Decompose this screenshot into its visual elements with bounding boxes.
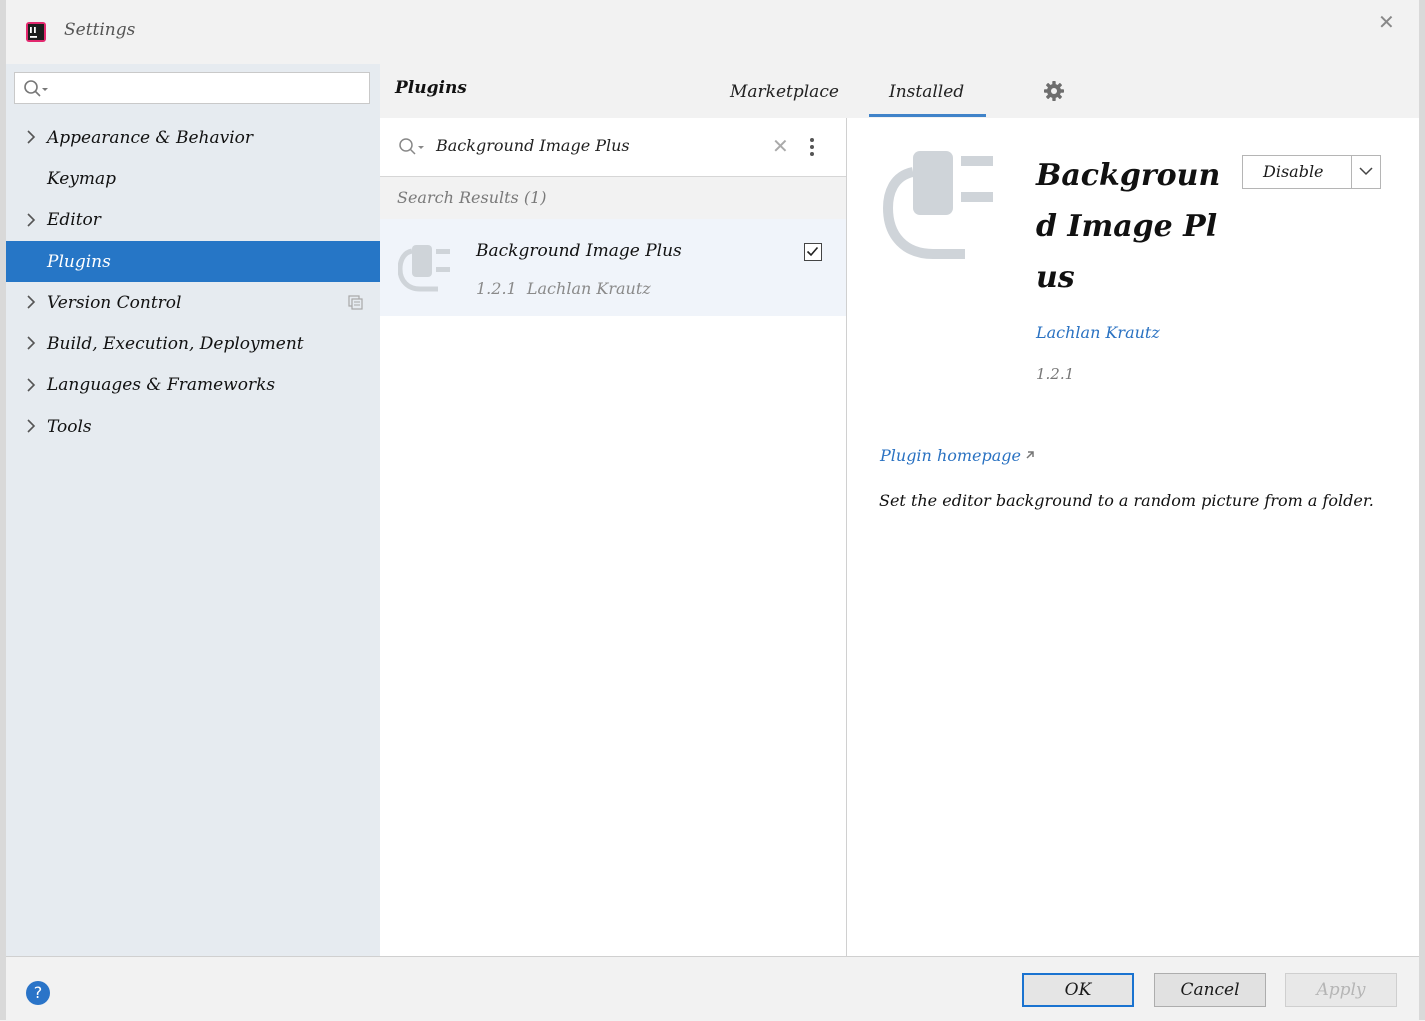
external-link-icon bbox=[1026, 451, 1034, 459]
sidebar-item-label: Build, Execution, Deployment bbox=[47, 334, 304, 355]
sidebar-item-label: Languages & Frameworks bbox=[47, 375, 276, 396]
search-results-header: Search Results (1) bbox=[380, 177, 846, 219]
chevron-right-icon[interactable] bbox=[26, 336, 36, 351]
plugin-detail-title: Background Image Plus bbox=[1036, 158, 1221, 295]
settings-sidebar: Appearance & Behavior Keymap Editor Plug… bbox=[6, 64, 380, 956]
apply-button[interactable]: Apply bbox=[1285, 973, 1397, 1007]
plugin-meta: 1.2.1 Lachlan Krautz bbox=[476, 279, 651, 298]
search-icon bbox=[24, 80, 48, 97]
plugin-search-value[interactable]: Background Image Plus bbox=[436, 136, 630, 155]
close-icon[interactable]: ✕ bbox=[1378, 10, 1395, 34]
window-edge-right bbox=[1419, 0, 1425, 1020]
chevron-right-icon[interactable] bbox=[26, 419, 36, 433]
ok-button[interactable]: OK bbox=[1022, 973, 1134, 1007]
sidebar-item-version-control[interactable]: Version Control bbox=[6, 282, 380, 323]
title-bar: Settings ✕ bbox=[6, 0, 1419, 64]
disable-button-label: Disable bbox=[1263, 162, 1324, 181]
sidebar-item-label: Appearance & Behavior bbox=[47, 127, 254, 148]
sidebar-item-label: Tools bbox=[47, 416, 92, 437]
page-title: Plugins bbox=[395, 78, 467, 98]
project-level-icon bbox=[348, 295, 363, 310]
plugin-homepage-link[interactable]: Plugin homepage bbox=[880, 446, 1036, 465]
plugin-homepage-label: Plugin homepage bbox=[880, 446, 1022, 465]
settings-search-input[interactable] bbox=[14, 72, 370, 104]
help-icon[interactable]: ? bbox=[26, 981, 50, 1005]
sidebar-item-editor[interactable]: Editor bbox=[6, 200, 380, 241]
window-title: Settings bbox=[64, 20, 136, 40]
tab-installed[interactable]: Installed bbox=[868, 82, 987, 117]
cancel-button[interactable]: Cancel bbox=[1154, 973, 1266, 1007]
dialog-footer: ? OK Cancel Apply bbox=[6, 956, 1419, 1021]
sidebar-item-tools[interactable]: Tools bbox=[6, 406, 380, 447]
intellij-app-icon bbox=[26, 22, 46, 42]
chevron-right-icon[interactable] bbox=[26, 295, 36, 309]
plugin-author-link[interactable]: Lachlan Krautz bbox=[1036, 323, 1160, 342]
sidebar-item-label: Version Control bbox=[47, 292, 182, 313]
disable-button[interactable]: Disable bbox=[1242, 155, 1381, 189]
chevron-right-icon[interactable] bbox=[26, 213, 36, 227]
plugin-description: Set the editor background to a random pi… bbox=[879, 491, 1374, 510]
sidebar-item-build[interactable]: Build, Execution, Deployment bbox=[6, 323, 380, 364]
sidebar-item-keymap[interactable]: Keymap bbox=[6, 158, 380, 199]
plugin-search-field[interactable]: Background Image Plus ✕ bbox=[380, 118, 846, 177]
plugins-header: Plugins Marketplace Installed bbox=[380, 64, 1419, 119]
button-divider bbox=[1351, 156, 1352, 188]
chevron-right-icon[interactable] bbox=[26, 130, 36, 144]
more-options-icon[interactable] bbox=[808, 136, 816, 158]
plugin-version: 1.2.1 bbox=[476, 279, 517, 298]
plugin-name: Background Image Plus bbox=[476, 241, 682, 261]
search-results-label: Search Results (1) bbox=[397, 188, 547, 207]
plugin-plug-icon bbox=[398, 245, 450, 292]
settings-dialog: Settings ✕ Appearance & Behavior Keymap … bbox=[6, 0, 1419, 1021]
sidebar-item-plugins[interactable]: Plugins bbox=[6, 240, 380, 283]
plugin-detail-panel: Background Image Plus Disable Lachlan Kr… bbox=[847, 118, 1419, 956]
chevron-right-icon[interactable] bbox=[26, 378, 36, 392]
sidebar-item-label: Editor bbox=[47, 210, 101, 231]
checkmark-icon bbox=[806, 246, 819, 257]
sidebar-item-label: Keymap bbox=[47, 168, 117, 189]
chevron-down-icon[interactable] bbox=[1359, 166, 1373, 176]
settings-tree: Appearance & Behavior Keymap Editor Plug… bbox=[6, 117, 380, 447]
plugin-list-panel: Background Image Plus ✕ Search Results (… bbox=[380, 118, 847, 956]
sidebar-item-languages[interactable]: Languages & Frameworks bbox=[6, 365, 380, 406]
plugin-enabled-checkbox[interactable] bbox=[804, 243, 822, 261]
plugin-author: Lachlan Krautz bbox=[526, 279, 651, 298]
sidebar-item-appearance[interactable]: Appearance & Behavior bbox=[6, 117, 380, 158]
sidebar-item-label: Plugins bbox=[47, 251, 111, 272]
tab-marketplace[interactable]: Marketplace bbox=[730, 82, 839, 102]
clear-search-icon[interactable]: ✕ bbox=[772, 134, 789, 158]
search-icon bbox=[399, 138, 424, 155]
plugin-plug-icon-large bbox=[883, 151, 993, 259]
plugin-version: 1.2.1 bbox=[1036, 365, 1075, 383]
list-item[interactable]: Background Image Plus 1.2.1 Lachlan Krau… bbox=[380, 219, 846, 316]
gear-icon[interactable] bbox=[1043, 80, 1065, 102]
